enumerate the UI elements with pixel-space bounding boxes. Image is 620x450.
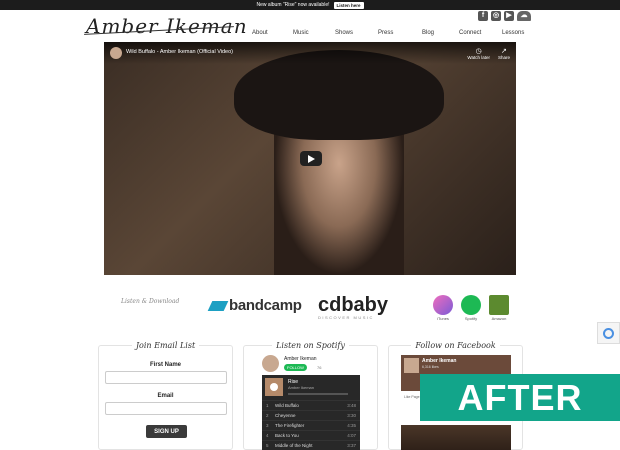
nav-press[interactable]: Press: [378, 30, 393, 36]
after-badge: AFTER: [420, 374, 620, 421]
facebook-post-image: [401, 425, 511, 450]
track-list: 1 Wild Buffalo 3:48 2 Cheyenne 3:30 3 The Fir…: [262, 400, 360, 450]
soundcloud-icon[interactable]: ☁: [517, 11, 531, 21]
nav-blog[interactable]: Blog: [422, 30, 434, 36]
recaptcha-icon: [603, 328, 614, 339]
spotify-panel: Listen on Spotify Amber Ikeman FOLLOW 76…: [243, 341, 378, 450]
email-panel-title: Join Email List: [99, 341, 232, 350]
track-number: 4: [266, 433, 269, 438]
nav-connect[interactable]: Connect: [459, 30, 481, 36]
facebook-icon[interactable]: f: [478, 11, 488, 21]
spotify-follow-button[interactable]: FOLLOW: [284, 364, 307, 371]
bandcamp-label: bandcamp: [229, 297, 302, 314]
share-icon: ↗: [501, 48, 507, 55]
email-signup-panel: Join Email List First Name Email SIGN UP: [98, 341, 233, 450]
nav-about[interactable]: About: [252, 30, 268, 36]
email-panel-title-text: Join Email List: [131, 341, 200, 350]
youtube-icon[interactable]: ▶: [504, 11, 514, 21]
store-links: iTunes Spotify Amazon: [433, 295, 509, 321]
facebook-page-name[interactable]: Amber Ikeman: [422, 358, 456, 364]
track-duration: 4:07: [347, 433, 356, 438]
track-row[interactable]: 2 Cheyenne 3:30: [262, 410, 360, 420]
track-title: Cheyenne: [275, 413, 296, 418]
amazon-label: Amazon: [491, 316, 507, 321]
track-number: 3: [266, 423, 269, 428]
cdbaby-label: cdbaby: [318, 294, 389, 316]
announcement-bar: New album "Rise" now available! Listen h…: [0, 0, 620, 10]
facebook-like-count: 6,316 likes: [422, 365, 439, 369]
clock-icon: ◷: [475, 48, 482, 55]
track-number: 1: [266, 403, 269, 408]
instagram-icon[interactable]: ◎: [491, 11, 501, 21]
announcement-text: New album "Rise" now available!: [256, 2, 330, 8]
email-label: Email: [157, 393, 174, 399]
track-title: Back to You: [275, 433, 299, 438]
itunes-label: iTunes: [437, 316, 449, 321]
watch-later-label: Watch later: [467, 55, 490, 60]
facebook-page-avatar: [404, 358, 419, 373]
track-duration: 3:37: [347, 443, 356, 448]
email-field[interactable]: [105, 402, 227, 415]
spotify-label: Spotify: [464, 316, 478, 321]
play-button[interactable]: [300, 151, 322, 166]
track-row[interactable]: 1 Wild Buffalo 3:48: [262, 400, 360, 410]
channel-avatar[interactable]: [110, 47, 122, 59]
video-title[interactable]: Wild Buffalo - Amber Ikeman (Official Vi…: [126, 49, 233, 55]
amazon-mp3-icon: [489, 295, 509, 315]
spotify-player: Rise Amber Ikeman 1 Wild Buffalo 3:48 2 Che…: [262, 375, 360, 450]
nav-lessons[interactable]: Lessons: [502, 30, 524, 36]
album-artist: Amber Ikeman: [288, 385, 315, 390]
share-button[interactable]: ↗ Share: [498, 47, 510, 60]
track-row[interactable]: 5 Middle of the Night 3:37: [262, 440, 360, 450]
facebook-panel-title-text: Follow on Facebook: [411, 341, 500, 350]
itunes-icon: [433, 295, 453, 315]
progress-bar[interactable]: [288, 393, 348, 395]
bandcamp-link[interactable]: bandcamp: [207, 297, 302, 314]
share-label: Share: [497, 55, 510, 60]
itunes-link[interactable]: iTunes: [433, 295, 453, 321]
track-duration: 4:35: [347, 423, 356, 428]
bandcamp-icon: [207, 300, 229, 311]
sign-up-button[interactable]: SIGN UP: [146, 425, 187, 438]
album-art[interactable]: [265, 378, 283, 396]
track-row[interactable]: 4 Back to You 4:07: [262, 430, 360, 440]
track-number: 2: [266, 413, 269, 418]
spotify-panel-title: Listen on Spotify: [244, 341, 377, 350]
after-badge-label: AFTER: [457, 376, 583, 418]
listen-here-button[interactable]: Listen here: [333, 1, 364, 9]
track-title: Wild Buffalo: [275, 403, 299, 408]
spotify-link[interactable]: Spotify: [461, 295, 481, 321]
cdbaby-link[interactable]: cdbaby DISCOVER MUSIC: [318, 294, 388, 320]
nav-music[interactable]: Music: [293, 30, 309, 36]
track-number: 5: [266, 443, 269, 448]
first-name-label: First Name: [149, 362, 181, 368]
track-title: The Firefighter: [275, 423, 305, 428]
spotify-follower-count: 76: [317, 365, 322, 370]
nav-shows[interactable]: Shows: [335, 30, 353, 36]
track-row[interactable]: 3 The Firefighter 4:35: [262, 420, 360, 430]
social-links: f ◎ ▶ ☁: [478, 11, 531, 21]
track-duration: 3:30: [347, 413, 356, 418]
track-title: Middle of the Night: [275, 443, 313, 448]
facebook-panel-title: Follow on Facebook: [389, 341, 522, 350]
play-icon[interactable]: [270, 383, 278, 391]
track-duration: 3:48: [347, 403, 356, 408]
listen-download-label: Listen & Download: [121, 298, 180, 305]
play-icon: [307, 154, 315, 163]
spotify-artist-name[interactable]: Amber Ikeman: [284, 356, 317, 362]
spotify-panel-title-text: Listen on Spotify: [272, 341, 349, 350]
spotify-icon: [461, 295, 481, 315]
recaptcha-badge[interactable]: [597, 322, 620, 344]
first-name-field[interactable]: [105, 371, 227, 384]
spotify-artist-avatar[interactable]: [262, 355, 279, 372]
watch-later-button[interactable]: ◷ Watch later: [467, 47, 490, 60]
amazon-link[interactable]: Amazon: [489, 295, 509, 321]
video-player[interactable]: Wild Buffalo - Amber Ikeman (Official Vi…: [104, 42, 516, 275]
